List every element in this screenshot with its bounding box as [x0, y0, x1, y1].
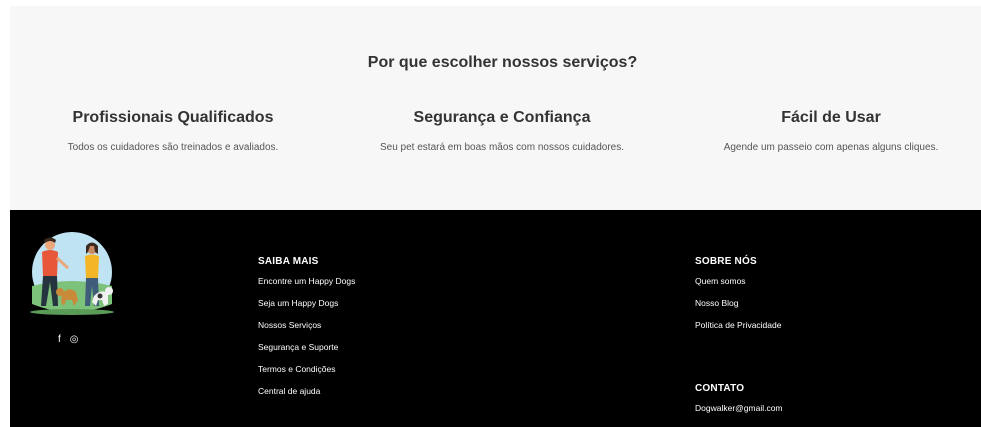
feature-qualified-professionals: Profissionais Qualificados Todos os cuid… [8, 109, 338, 153]
instagram-icon[interactable]: ◎ [70, 335, 79, 345]
feature-safety-trust: Segurança e Confiança Seu pet estará em … [337, 109, 667, 153]
footer-link-quem-somos[interactable]: Quem somos [695, 277, 781, 286]
footer-column-contato: CONTATO Dogwalker@gmail.com [695, 383, 783, 426]
feature-title: Fácil de Usar [781, 109, 881, 126]
why-choose-us-section: Por que escolher nossos serviços? Profis… [10, 6, 981, 210]
footer-column-sobre-nos: SOBRE NÓS Quem somos Nosso Blog Política… [695, 256, 781, 343]
footer-link-seguranca[interactable]: Segurança e Suporte [258, 343, 355, 352]
footer-column-title: CONTATO [695, 383, 745, 394]
feature-text: Agende um passeio com apenas alguns cliq… [723, 142, 939, 153]
site-footer: f ◎ SAIBA MAIS Encontre um Happy Dogs Se… [10, 210, 981, 427]
footer-link-ajuda[interactable]: Central de ajuda [258, 387, 355, 396]
feature-text: Todos os cuidadores são treinados e aval… [67, 142, 279, 153]
section-title: Por que escolher nossos serviços? [367, 54, 638, 71]
contact-email-link[interactable]: Dogwalker@gmail.com [695, 404, 783, 413]
footer-column-title: SOBRE NÓS [695, 256, 757, 267]
social-links: f ◎ [58, 335, 79, 345]
footer-link-termos[interactable]: Termos e Condições [258, 365, 355, 374]
feature-title: Profissionais Qualificados [72, 109, 274, 126]
footer-link-encontre[interactable]: Encontre um Happy Dogs [258, 277, 355, 286]
page: Por que escolher nossos serviços? Profis… [10, 6, 981, 427]
feature-easy-to-use: Fácil de Usar Agende um passeio com apen… [666, 109, 981, 153]
dog-walkers-logo [30, 232, 114, 315]
facebook-icon[interactable]: f [58, 335, 61, 345]
feature-title: Segurança e Confiança [413, 109, 591, 126]
footer-link-privacidade[interactable]: Política de Privacidade [695, 321, 781, 330]
feature-text: Seu pet estará em boas mãos com nossos c… [379, 142, 625, 153]
footer-column-saiba-mais: SAIBA MAIS Encontre um Happy Dogs Seja u… [258, 256, 355, 409]
footer-link-blog[interactable]: Nosso Blog [695, 299, 781, 308]
footer-link-servicos[interactable]: Nossos Serviços [258, 321, 355, 330]
footer-link-seja[interactable]: Seja um Happy Dogs [258, 299, 355, 308]
footer-column-title: SAIBA MAIS [258, 256, 319, 267]
